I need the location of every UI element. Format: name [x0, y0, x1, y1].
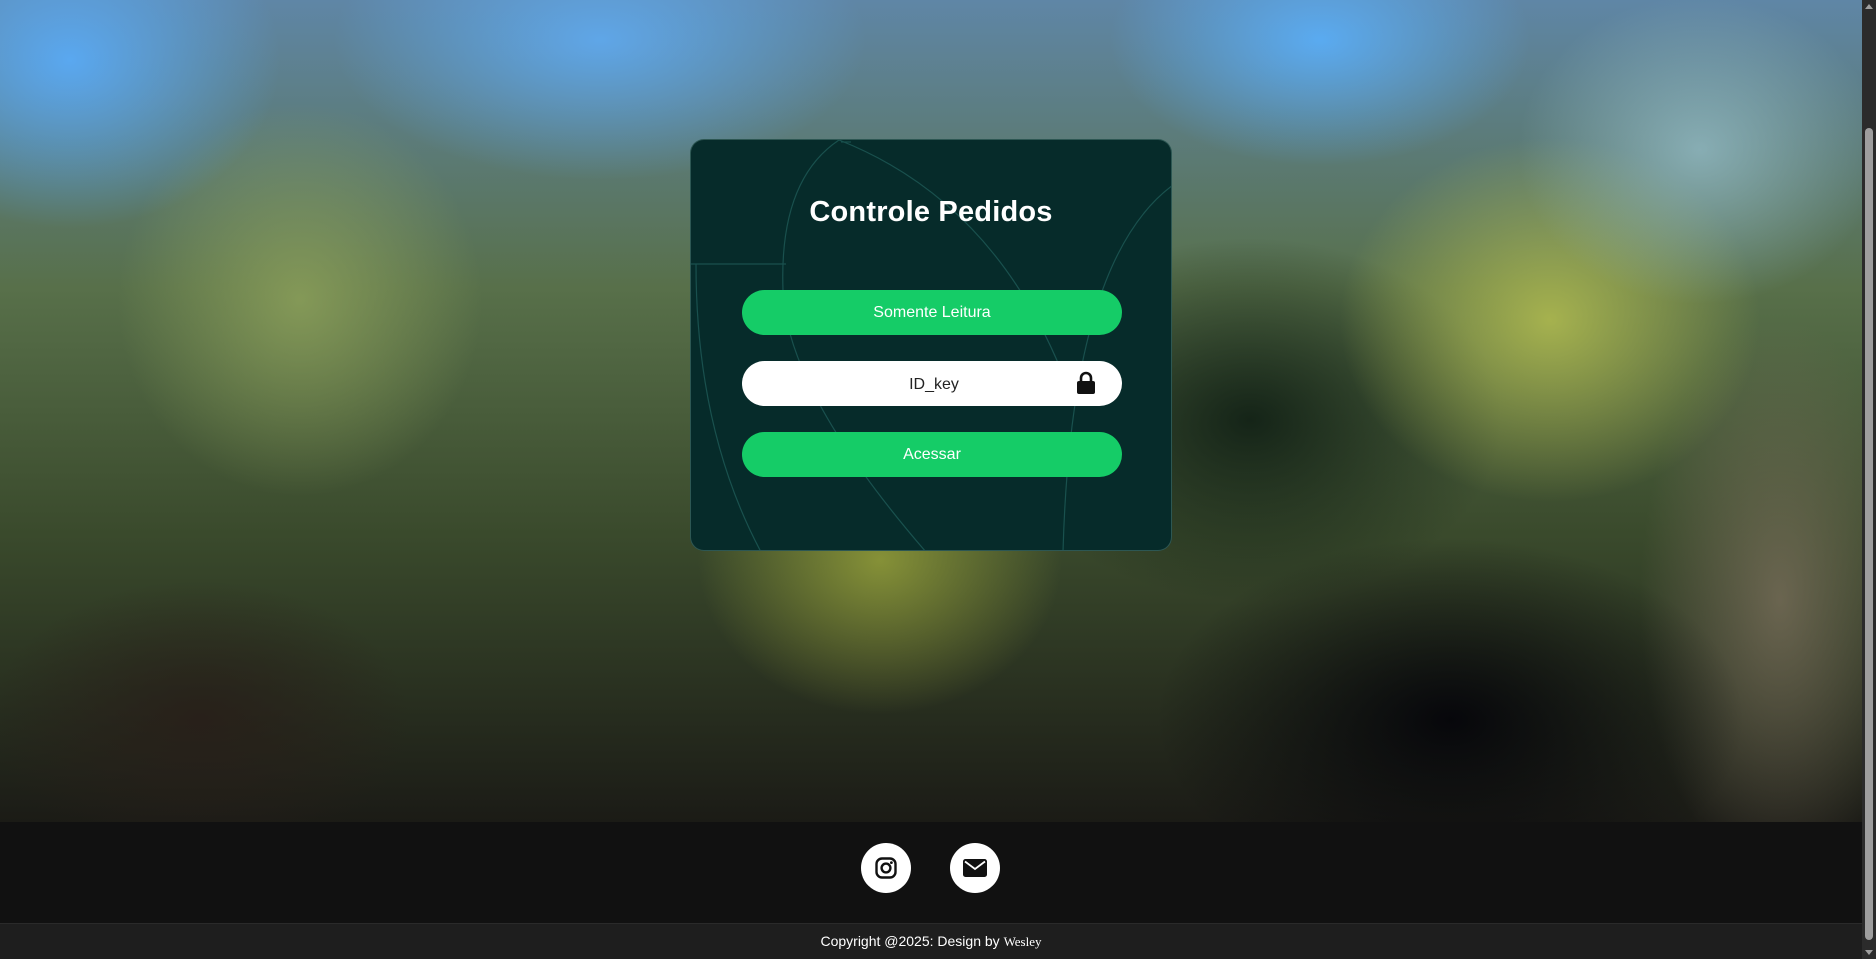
footer: [0, 822, 1862, 923]
copyright-author: Wesley: [1003, 934, 1042, 949]
scroll-up-arrow-icon[interactable]: [1865, 4, 1873, 9]
id-key-field: [742, 361, 1126, 408]
envelope-icon: [963, 859, 987, 877]
id-key-input[interactable]: [742, 361, 1126, 408]
read-only-button[interactable]: Somente Leitura: [742, 290, 1122, 335]
page-title: Controle Pedidos: [809, 196, 1053, 228]
login-card: Controle Pedidos Somente Leitura Acessar: [690, 139, 1172, 551]
email-button[interactable]: [950, 843, 1000, 893]
scrollbar-thumb[interactable]: [1865, 128, 1873, 940]
instagram-button[interactable]: [861, 843, 911, 893]
lock-icon: [1077, 371, 1095, 394]
instagram-icon: [875, 857, 897, 879]
copyright-text: Copyright @2025: Design by: [820, 933, 1000, 949]
access-button[interactable]: Acessar: [742, 432, 1122, 477]
page: Controle Pedidos Somente Leitura Acessar: [0, 0, 1862, 959]
vertical-scrollbar[interactable]: [1862, 0, 1876, 959]
scroll-down-arrow-icon[interactable]: [1865, 950, 1873, 955]
copyright-bar: Copyright @2025: Design by Wesley: [0, 923, 1862, 959]
